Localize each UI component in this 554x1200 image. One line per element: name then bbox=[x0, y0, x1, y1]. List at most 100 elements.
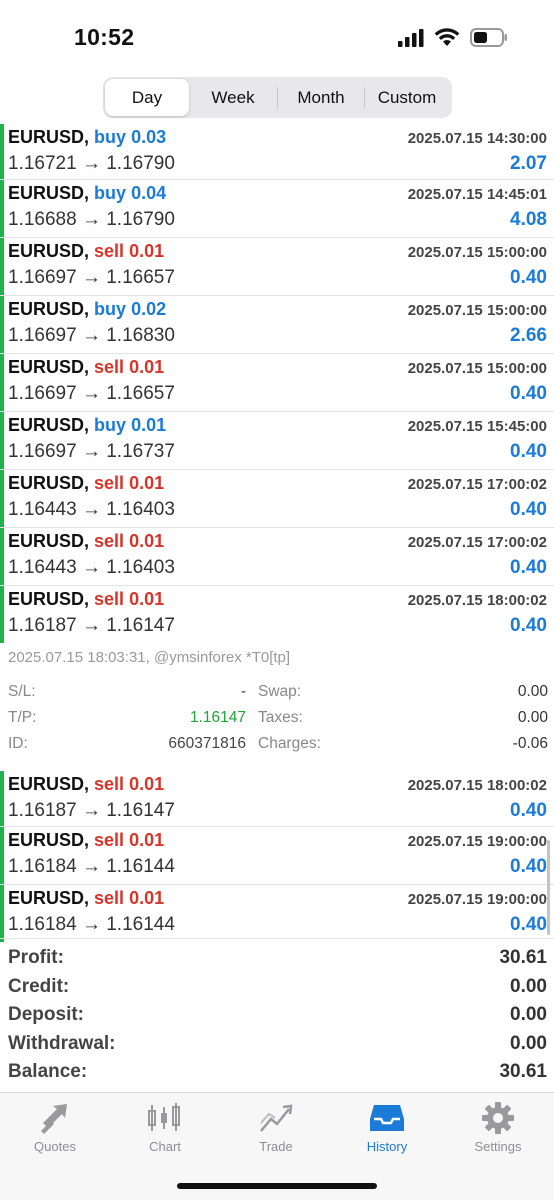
tab-settings[interactable]: Settings bbox=[443, 1101, 553, 1171]
trade-symbol: EURUSD, buy 0.02 bbox=[8, 299, 166, 320]
direction-text: sell bbox=[94, 830, 125, 850]
symbol-text: EURUSD, bbox=[8, 127, 90, 147]
status-bar: 10:52 bbox=[0, 0, 554, 72]
trade-row[interactable]: EURUSD, buy 0.02 1.16697 → 1.16830 2025.07… bbox=[0, 295, 554, 353]
swap-label: Swap: bbox=[258, 683, 302, 700]
trade-row[interactable]: EURUSD, sell 0.01 1.16187 → 1.16147 2025.0… bbox=[0, 585, 554, 643]
summary-row-deposit: Deposit: 0.00 bbox=[0, 1004, 554, 1033]
summary-label: Withdrawal: bbox=[8, 1032, 116, 1054]
charges-value: -0.06 bbox=[512, 735, 548, 752]
volume-text: 0.03 bbox=[131, 127, 167, 147]
trade-time: 2025.07.15 19:00:00 bbox=[407, 833, 547, 850]
status-time: 10:52 bbox=[74, 24, 135, 50]
tab-history[interactable]: History bbox=[332, 1101, 442, 1171]
trade-profit: 0.40 bbox=[510, 615, 547, 636]
trade-time: 2025.07.15 15:45:00 bbox=[407, 418, 547, 435]
trade-row[interactable]: EURUSD, buy 0.03 1.16721 → 1.16790 2025.07… bbox=[0, 124, 554, 179]
volume-text: 0.01 bbox=[129, 357, 165, 377]
detail-row-id: ID: 660371816 Charges: -0.06 bbox=[8, 735, 548, 761]
trade-detail-panel: 2025.07.15 18:03:31, @ymsinforex *T0[tp]… bbox=[0, 643, 554, 771]
trade-symbol: EURUSD, sell 0.01 bbox=[8, 774, 164, 795]
summary-label: Balance: bbox=[8, 1061, 88, 1082]
trade-symbol: EURUSD, sell 0.01 bbox=[8, 589, 164, 610]
symbol-text: EURUSD, bbox=[8, 589, 90, 609]
trade-profit: 0.40 bbox=[510, 914, 547, 935]
direction-text: sell bbox=[94, 473, 125, 493]
tp-value: 1.16147 bbox=[189, 709, 246, 726]
tab-quotes[interactable]: Quotes bbox=[0, 1101, 110, 1171]
trade-time: 2025.07.15 18:00:02 bbox=[407, 592, 547, 609]
volume-text: 0.01 bbox=[129, 830, 165, 850]
tab-label: Chart bbox=[149, 1139, 181, 1154]
trade-direction: buy 0.01 bbox=[94, 415, 166, 435]
summary-label: Deposit: bbox=[8, 1004, 84, 1025]
trade-direction: buy 0.03 bbox=[94, 127, 166, 147]
tab-day[interactable]: Day bbox=[105, 79, 189, 116]
trade-time: 2025.07.15 15:00:00 bbox=[407, 360, 547, 377]
direction-text: sell bbox=[94, 888, 125, 908]
symbol-text: EURUSD, bbox=[8, 531, 90, 551]
tab-custom[interactable]: Custom bbox=[365, 79, 449, 116]
trade-symbol: EURUSD, sell 0.01 bbox=[8, 357, 164, 378]
history-list: EURUSD, buy 0.03 1.16721 → 1.16790 2025.07… bbox=[0, 124, 554, 942]
trade-row[interactable]: EURUSD, sell 0.01 1.16443 → 1.16403 2025.0… bbox=[0, 527, 554, 585]
tab-month[interactable]: Month bbox=[278, 79, 364, 116]
trade-direction: buy 0.04 bbox=[94, 183, 166, 203]
trade-row[interactable]: EURUSD, sell 0.01 1.16184 → 1.16144 2025.0… bbox=[0, 826, 554, 884]
cellular-signal-icon bbox=[398, 28, 424, 47]
trade-direction: sell 0.01 bbox=[94, 357, 164, 377]
symbol-text: EURUSD, bbox=[8, 888, 90, 908]
trade-row[interactable]: EURUSD, sell 0.01 1.16697 → 1.16657 2025.0… bbox=[0, 237, 554, 295]
symbol-text: EURUSD, bbox=[8, 299, 90, 319]
trade-prices: 1.16443 → 1.16403 bbox=[8, 557, 175, 578]
symbol-text: EURUSD, bbox=[8, 473, 90, 493]
trade-direction: sell 0.01 bbox=[94, 774, 164, 794]
volume-text: 0.01 bbox=[129, 473, 165, 493]
summary-row-balance: Balance: 30.61 bbox=[0, 1061, 554, 1090]
scrollbar[interactable] bbox=[547, 840, 550, 935]
summary-value: 30.61 bbox=[499, 947, 547, 968]
home-indicator[interactable] bbox=[177, 1183, 377, 1189]
volume-text: 0.01 bbox=[131, 415, 167, 435]
trade-row[interactable]: EURUSD, sell 0.01 1.16184 → 1.16144 2025.0… bbox=[0, 884, 554, 942]
trade-prices: 1.16697 → 1.16657 bbox=[8, 383, 175, 404]
direction-text: buy bbox=[94, 415, 127, 435]
volume-text: 0.01 bbox=[129, 531, 165, 551]
symbol-text: EURUSD, bbox=[8, 183, 90, 203]
trade-prices: 1.16697 → 1.16830 bbox=[8, 325, 175, 346]
trade-symbol: EURUSD, buy 0.03 bbox=[8, 127, 166, 148]
quotes-icon bbox=[41, 1104, 67, 1134]
trade-prices: 1.16184 → 1.16144 bbox=[8, 914, 175, 935]
trade-prices: 1.16697 → 1.16737 bbox=[8, 441, 175, 462]
volume-text: 0.01 bbox=[129, 241, 165, 261]
settings-icon bbox=[482, 1102, 514, 1134]
direction-text: sell bbox=[94, 774, 125, 794]
trade-profit: 0.40 bbox=[510, 499, 547, 520]
trade-row[interactable]: EURUSD, sell 0.01 1.16187 → 1.16147 2025.0… bbox=[0, 771, 554, 826]
trade-direction: sell 0.01 bbox=[94, 473, 164, 493]
trade-prices: 1.16187 → 1.16147 bbox=[8, 800, 175, 821]
symbol-text: EURUSD, bbox=[8, 357, 90, 377]
trade-row[interactable]: EURUSD, sell 0.01 1.16443 → 1.16403 2025.0… bbox=[0, 469, 554, 527]
trade-row[interactable]: EURUSD, sell 0.01 1.16697 → 1.16657 2025.0… bbox=[0, 353, 554, 411]
summary-label: Profit: bbox=[8, 947, 64, 968]
trade-time: 2025.07.15 19:00:00 bbox=[407, 891, 547, 908]
trade-row[interactable]: EURUSD, buy 0.04 1.16688 → 1.16790 2025.07… bbox=[0, 179, 554, 237]
taxes-value: 0.00 bbox=[517, 709, 548, 726]
volume-text: 0.04 bbox=[131, 183, 167, 203]
summary-label: Credit: bbox=[8, 975, 70, 997]
detail-row-sl: S/L: - Swap: 0.00 bbox=[8, 683, 548, 709]
direction-text: sell bbox=[94, 589, 125, 609]
tab-trade[interactable]: Trade bbox=[221, 1101, 331, 1171]
trade-profit: 2.07 bbox=[510, 153, 547, 174]
tab-label: History bbox=[366, 1139, 408, 1154]
trade-time: 2025.07.15 17:00:02 bbox=[407, 534, 547, 551]
symbol-text: EURUSD, bbox=[8, 830, 90, 850]
tab-chart[interactable]: Chart bbox=[110, 1101, 220, 1171]
trade-row[interactable]: EURUSD, buy 0.01 1.16697 → 1.16737 2025.07… bbox=[0, 411, 554, 469]
direction-text: buy bbox=[94, 127, 127, 147]
trade-profit: 0.40 bbox=[510, 441, 547, 462]
tab-week[interactable]: Week bbox=[189, 79, 277, 116]
trade-symbol: EURUSD, sell 0.01 bbox=[8, 830, 164, 851]
trade-direction: sell 0.01 bbox=[94, 888, 164, 908]
